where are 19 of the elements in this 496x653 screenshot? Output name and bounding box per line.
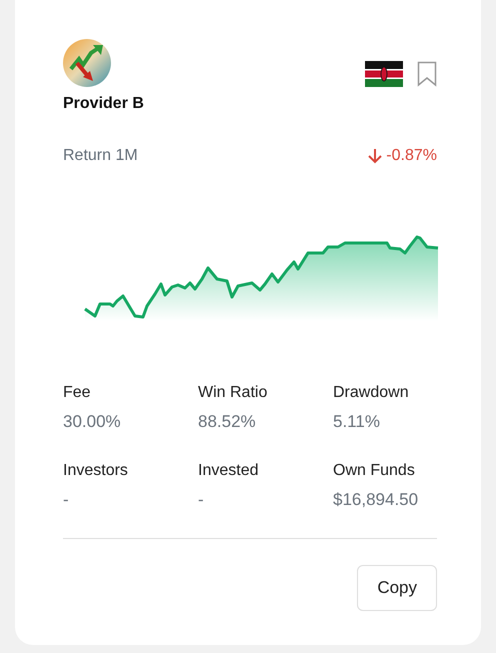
stat-value: - xyxy=(198,490,205,510)
provider-name: Provider B xyxy=(63,95,144,113)
stat-value: $16,894.50 xyxy=(333,490,420,510)
stat-label: Drawdown xyxy=(333,384,410,402)
bookmark-icon[interactable] xyxy=(417,61,437,87)
stat-value: 30.00% xyxy=(63,412,122,432)
stat-label: Own Funds xyxy=(333,462,416,480)
stat-label: Win Ratio xyxy=(198,384,268,402)
logo-icon xyxy=(63,39,111,87)
copy-button[interactable]: Copy xyxy=(357,565,437,611)
return-value: -0.87% xyxy=(386,147,437,165)
stat-value: - xyxy=(63,490,70,510)
stat-value: 88.52% xyxy=(198,412,257,432)
return-label: Return 1M xyxy=(63,147,138,165)
flag-icon xyxy=(365,61,403,87)
stat-label: Investors xyxy=(63,462,129,480)
stat-label: Invested xyxy=(198,462,260,480)
stat-value: 5.11% xyxy=(333,412,381,432)
stat-label: Fee xyxy=(63,384,92,402)
